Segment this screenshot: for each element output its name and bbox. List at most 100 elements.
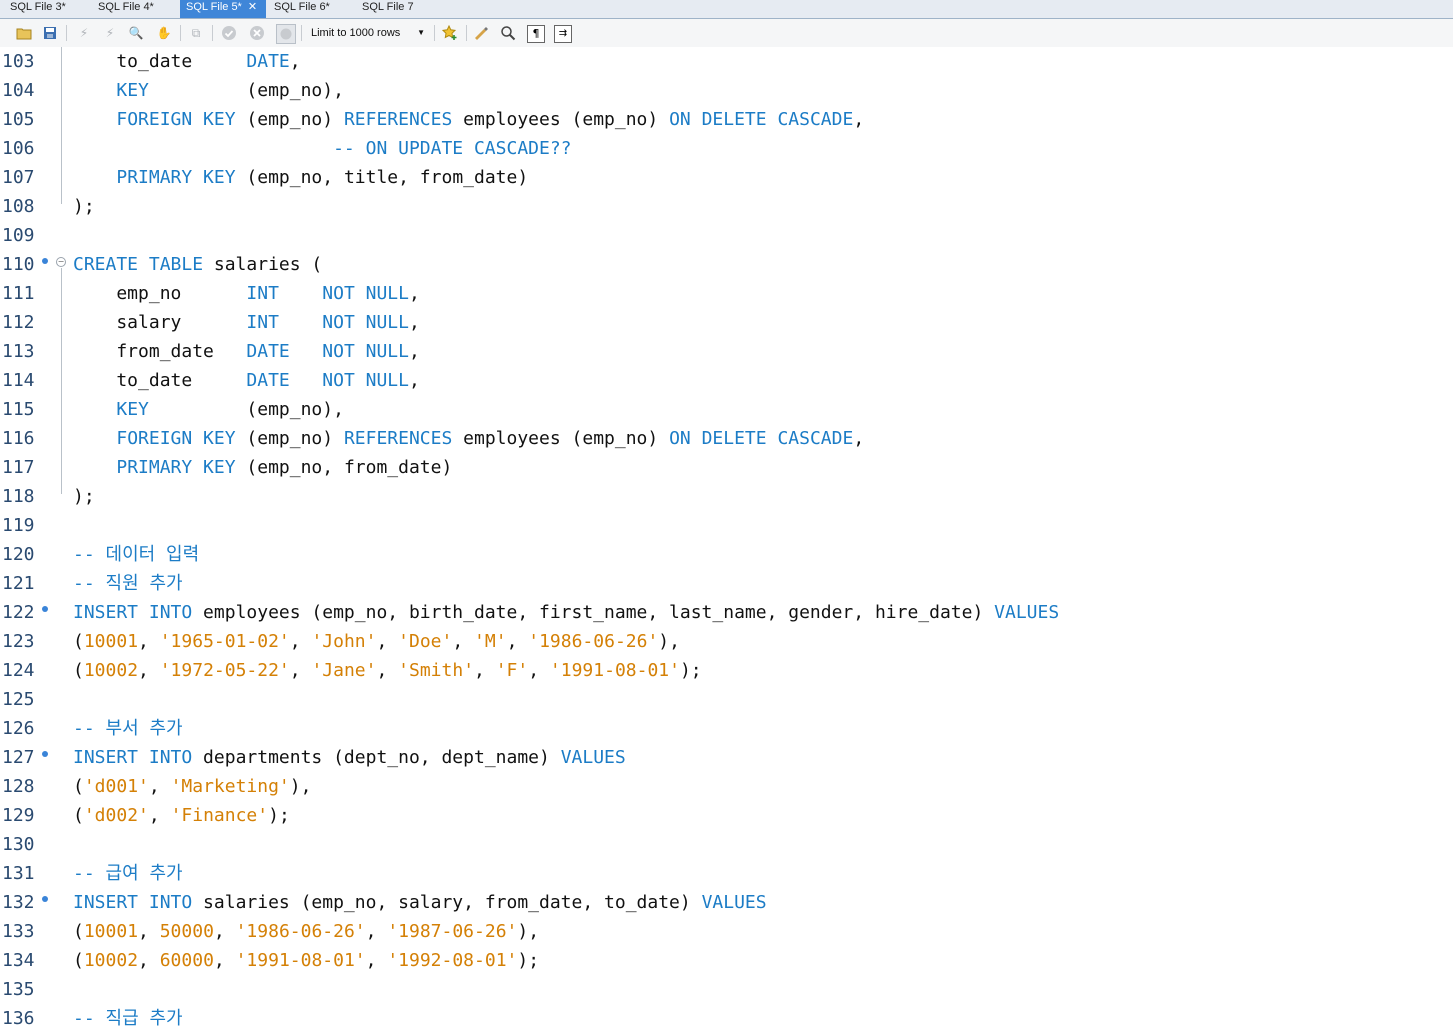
wrap-icon[interactable]: ⇉	[554, 25, 572, 43]
sql-editor-toolbar: ⚡ ⚡ 🔍 ✋ ⧉ ¶ ⇉	[0, 19, 1453, 48]
beautify-icon[interactable]	[473, 25, 489, 41]
toolbar-separator	[301, 25, 302, 41]
statement-marker-icon	[42, 606, 48, 612]
code-line[interactable]: 122 INSERT INTO employees (emp_no, birth_…	[0, 598, 1453, 627]
commit-icon[interactable]	[221, 25, 237, 41]
tab-sql-file-3[interactable]: SQL File 3*	[10, 0, 90, 17]
code-text: CREATE TABLE salaries (	[73, 253, 322, 277]
code-line[interactable]: 126 -- 부서 추가	[0, 714, 1453, 743]
tab-sql-file-7[interactable]: SQL File 7	[362, 0, 442, 17]
invisible-chars-icon[interactable]: ¶	[527, 25, 545, 43]
sql-editor[interactable]: 103 to_date DATE, 104 KEY (emp_no), 105 FO…	[0, 47, 1453, 1030]
code-line[interactable]: 106 -- ON UPDATE CASCADE??	[0, 134, 1453, 163]
toggle-continue-icon[interactable]: ⧉	[188, 25, 204, 41]
code-line[interactable]: 128 ('d001', 'Marketing'),	[0, 772, 1453, 801]
code-line[interactable]: 134 (10002, 60000, '1991-08-01', '1992-08…	[0, 946, 1453, 975]
code-text: -- ON UPDATE CASCADE??	[73, 137, 571, 161]
add-snippet-icon[interactable]	[442, 25, 458, 41]
code-line[interactable]: 110 − CREATE TABLE salaries (	[0, 250, 1453, 279]
code-line[interactable]: 121 -- 직원 추가	[0, 569, 1453, 598]
code-text: salary INT NOT NULL,	[73, 311, 419, 335]
code-line[interactable]: 107 PRIMARY KEY (emp_no, title, from_dat…	[0, 163, 1453, 192]
fold-toggle-icon[interactable]: −	[56, 257, 66, 267]
code-line[interactable]: 113 from_date DATE NOT NULL,	[0, 337, 1453, 366]
stop-icon[interactable]: ✋	[156, 25, 172, 41]
code-text: INSERT INTO salaries (emp_no, salary, fr…	[73, 891, 767, 915]
sql-literal: '1991-08-01'	[549, 660, 680, 681]
code-line[interactable]: 119	[0, 511, 1453, 540]
sql-text: (emp_no, from_date)	[235, 457, 453, 478]
open-folder-icon[interactable]	[16, 25, 32, 41]
code-line[interactable]: 117 PRIMARY KEY (emp_no, from_date)	[0, 453, 1453, 482]
tab-sql-file-5[interactable]: SQL File 5* ✕	[180, 0, 266, 18]
code-text: FOREIGN KEY (emp_no) REFERENCES employee…	[73, 108, 864, 132]
sql-literal: '1987-06-26'	[387, 921, 518, 942]
sql-literal: 'M'	[474, 631, 507, 652]
sql-keyword: INSERT INTO	[73, 602, 193, 623]
sql-text: (emp_no, title, from_date)	[235, 167, 529, 188]
code-line[interactable]: 133 (10001, 50000, '1986-06-26', '1987-06…	[0, 917, 1453, 946]
sql-keyword: KEY	[116, 80, 149, 101]
sql-keyword: VALUES	[701, 892, 767, 913]
sql-keyword: ON DELETE CASCADE	[669, 109, 854, 130]
code-line[interactable]: 118);	[0, 482, 1453, 511]
sql-text: to_date	[73, 51, 247, 72]
line-number: 108	[2, 196, 35, 217]
code-line[interactable]: 111 emp_no INT NOT NULL,	[0, 279, 1453, 308]
save-icon[interactable]	[42, 25, 58, 41]
sql-text: ,	[289, 631, 312, 652]
code-line[interactable]: 124 (10002, '1972-05-22', 'Jane', 'Smith'…	[0, 656, 1453, 685]
rollback-icon[interactable]	[249, 25, 265, 41]
code-line[interactable]: 127 INSERT INTO departments (dept_no, dep…	[0, 743, 1453, 772]
find-icon[interactable]	[500, 25, 516, 41]
execute-icon[interactable]: ⚡	[76, 25, 92, 41]
code-line[interactable]: 130	[0, 830, 1453, 859]
code-line[interactable]: 105 FOREIGN KEY (emp_no) REFERENCES empl…	[0, 105, 1453, 134]
fold-guide	[61, 268, 62, 494]
sql-keyword: CREATE TABLE	[73, 254, 204, 275]
code-line[interactable]: 116 FOREIGN KEY (emp_no) REFERENCES empl…	[0, 424, 1453, 453]
code-line[interactable]: 104 KEY (emp_no),	[0, 76, 1453, 105]
sql-keyword: ON DELETE CASCADE	[669, 428, 854, 449]
line-number: 126	[2, 718, 35, 739]
code-line[interactable]: 123 (10001, '1965-01-02', 'John', 'Doe', …	[0, 627, 1453, 656]
tab-sql-file-4[interactable]: SQL File 4*	[98, 0, 178, 17]
sql-literal: 10002	[83, 950, 139, 971]
line-number: 128	[2, 776, 35, 797]
sql-literal: 10001	[83, 921, 139, 942]
code-line[interactable]: 103 to_date DATE,	[0, 47, 1453, 76]
code-line[interactable]: 136 -- 직급 추가	[0, 1004, 1453, 1033]
code-line[interactable]: 135	[0, 975, 1453, 1004]
code-line[interactable]: 125	[0, 685, 1453, 714]
tab-sql-file-6[interactable]: SQL File 6*	[274, 0, 354, 17]
code-text: FOREIGN KEY (emp_no) REFERENCES employee…	[73, 427, 864, 451]
execute-selection-icon[interactable]: ⚡	[102, 25, 118, 41]
code-line[interactable]: 108);	[0, 192, 1453, 221]
code-line[interactable]: 129 ('d002', 'Finance');	[0, 801, 1453, 830]
sql-text: ,	[853, 428, 865, 449]
sql-text: employees (emp_no)	[452, 109, 670, 130]
code-line[interactable]: 132 INSERT INTO salaries (emp_no, salary,…	[0, 888, 1453, 917]
autocommit-icon[interactable]	[276, 24, 296, 44]
explain-icon[interactable]: 🔍	[128, 25, 144, 41]
sql-literal: '1992-08-01'	[387, 950, 518, 971]
code-line[interactable]: 114 to_date DATE NOT NULL,	[0, 366, 1453, 395]
close-tab-icon[interactable]: ✕	[248, 0, 257, 15]
sql-literal: '1986-06-26'	[235, 921, 366, 942]
statement-marker-icon	[42, 896, 48, 902]
limit-rows-select[interactable]: Limit to 1000 rows ▼	[305, 23, 429, 43]
code-line[interactable]: 109	[0, 221, 1453, 250]
code-line[interactable]: 120 -- 데이터 입력	[0, 540, 1453, 569]
code-line[interactable]: 131 -- 급여 추가	[0, 859, 1453, 888]
code-text: KEY (emp_no),	[73, 398, 344, 422]
code-text: );	[73, 485, 95, 509]
code-line[interactable]: 115 KEY (emp_no),	[0, 395, 1453, 424]
sql-text: ,	[474, 660, 496, 681]
sql-keyword: DATE	[246, 370, 290, 391]
line-number: 125	[2, 689, 35, 710]
sql-text: ,	[408, 283, 420, 304]
code-line[interactable]: 112 salary INT NOT NULL,	[0, 308, 1453, 337]
